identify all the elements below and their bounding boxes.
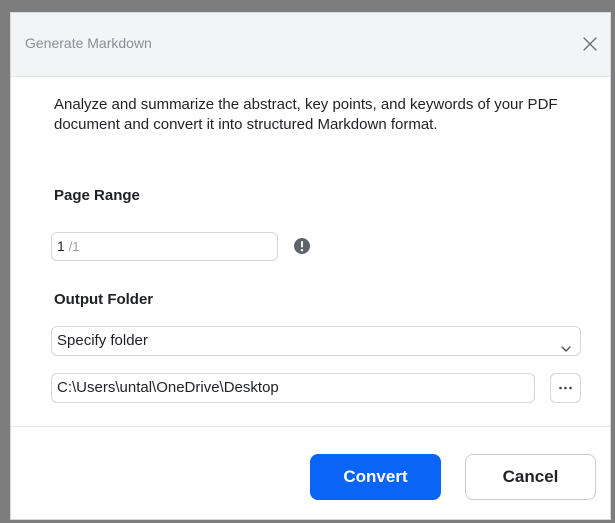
- dialog-titlebar: Generate Markdown: [11, 13, 610, 77]
- output-folder-label: Output Folder: [54, 291, 154, 308]
- page-range-value: 1: [57, 238, 65, 254]
- page-range-input[interactable]: 1 /1: [51, 232, 278, 261]
- output-folder-select[interactable]: Specify folder: [51, 326, 581, 356]
- convert-button[interactable]: Convert: [310, 454, 441, 500]
- chevron-down-icon: [560, 336, 572, 352]
- output-folder-selected-option: Specify folder: [57, 332, 148, 349]
- dialog-title: Generate Markdown: [25, 35, 152, 51]
- exclamation-circle-icon[interactable]: [293, 237, 311, 255]
- output-path-field[interactable]: C:\Users\untal\OneDrive\Desktop: [51, 373, 535, 403]
- page-range-label: Page Range: [54, 187, 140, 204]
- page-range-total: /1: [68, 239, 80, 254]
- close-icon[interactable]: [578, 32, 602, 56]
- cancel-button[interactable]: Cancel: [465, 454, 596, 500]
- more-dots-icon: [559, 386, 572, 390]
- browse-folder-button[interactable]: [550, 373, 581, 403]
- dialog-description: Analyze and summarize the abstract, key …: [54, 96, 558, 133]
- footer-divider: [11, 426, 610, 427]
- generate-markdown-dialog: Generate Markdown Analyze and summarize …: [10, 12, 611, 520]
